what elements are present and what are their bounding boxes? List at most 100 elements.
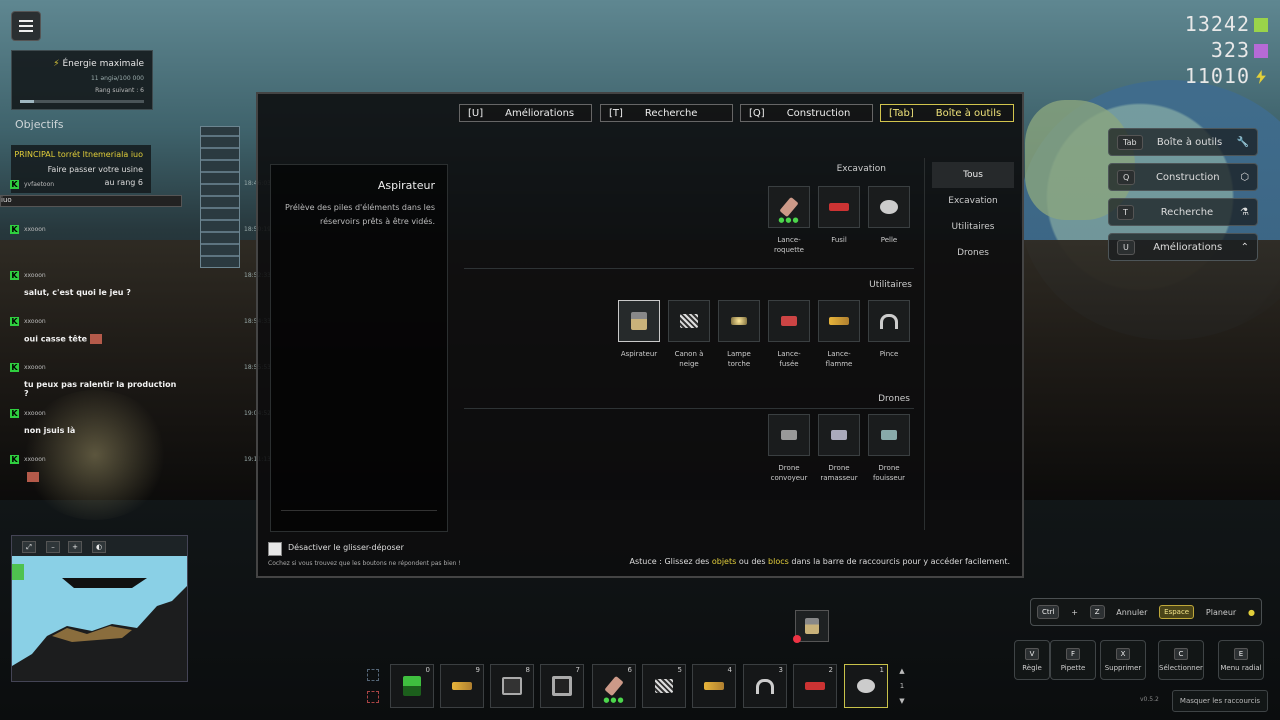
hotbar-slot-8[interactable]: 8: [490, 664, 534, 708]
hotbar-up-icon[interactable]: ▲: [899, 667, 904, 675]
machine-icon: [502, 677, 522, 695]
category-utilities[interactable]: Utilitaires: [932, 214, 1014, 240]
item-slot[interactable]: [818, 186, 860, 228]
item-lance-roquette[interactable]: ●●● Lance-roquette: [768, 186, 810, 255]
hotbar-slot-0[interactable]: 0: [390, 664, 434, 708]
zoom-in-button[interactable]: +: [68, 541, 82, 553]
item-slot[interactable]: [768, 300, 810, 342]
glider-indicator-icon: ●: [1247, 607, 1255, 617]
item-drone-fouisseur[interactable]: Drone fouisseur: [868, 414, 910, 483]
zoom-out-button[interactable]: –: [46, 541, 60, 553]
tab-research[interactable]: [T] Recherche: [600, 104, 733, 122]
item-info-panel: Aspirateur Prélève des piles d'éléments …: [270, 164, 448, 532]
hotbar-slot-9[interactable]: 9: [440, 664, 484, 708]
chat-user-icon: K: [10, 317, 19, 326]
bolt-icon: ⚡: [53, 59, 60, 69]
hotbar-config-icon[interactable]: [367, 669, 379, 681]
item-lance-fusee[interactable]: Lance-fusée: [768, 300, 810, 369]
tab-construction[interactable]: [Q] Construction: [740, 104, 873, 122]
tab-toolbox[interactable]: [Tab] Boîte à outils: [880, 104, 1014, 122]
chat-user-icon: K: [10, 225, 19, 234]
category-drones[interactable]: Drones: [932, 240, 1014, 266]
category-excavation[interactable]: Excavation: [932, 188, 1014, 214]
minimap[interactable]: ⤢ – + ◐: [11, 535, 188, 682]
item-slot[interactable]: ●●●: [768, 186, 810, 228]
hotbar-left-controls: [362, 664, 384, 708]
claw-icon: [880, 313, 898, 329]
item-slot[interactable]: [718, 300, 760, 342]
item-lance-flamme[interactable]: Lance-flamme: [818, 300, 860, 369]
brick-icon: [90, 334, 103, 344]
category-all[interactable]: Tous: [932, 162, 1014, 188]
item-slot[interactable]: [668, 300, 710, 342]
shortcut-research[interactable]: T Recherche ⚗: [1108, 198, 1258, 226]
item-slot[interactable]: [818, 300, 860, 342]
minimap-terrain: [12, 564, 187, 681]
tool-select[interactable]: C Sélectionner: [1158, 640, 1204, 680]
item-aspirateur[interactable]: Aspirateur: [618, 300, 660, 359]
shortcut-upgrades[interactable]: U Améliorations ⌃: [1108, 233, 1258, 261]
section-title: Excavation: [836, 164, 886, 174]
drag-drop-checkbox[interactable]: [268, 542, 282, 556]
hamburger-icon: [19, 20, 33, 22]
digger-drone-icon: [881, 430, 897, 440]
glider-label[interactable]: Planeur: [1206, 608, 1236, 617]
tool-ruler[interactable]: V Règle: [1014, 640, 1050, 680]
hide-shortcuts-button[interactable]: Masquer les raccourcis: [1172, 690, 1268, 712]
chat-entry: Kxxooon non jsuis là: [10, 409, 180, 435]
hotbar-slot-2[interactable]: 2: [793, 664, 837, 708]
hotbar-clear-icon[interactable]: [367, 691, 379, 703]
scaffold-tower: [200, 126, 240, 268]
hotbar-slot-6[interactable]: 6 ●●●: [592, 664, 636, 708]
item-slot[interactable]: [868, 186, 910, 228]
item-drone-ramasseur[interactable]: Drone ramasseur: [818, 414, 860, 483]
objective-line-1: PRINCIPAL torrét ltnemeriala iuo: [14, 150, 143, 159]
hotbar-slot-5[interactable]: 5: [642, 664, 686, 708]
flamethrower-icon: [829, 317, 849, 325]
hotbar-slot-1[interactable]: 1: [844, 664, 888, 708]
tab-upgrades[interactable]: [U] Améliorations: [459, 104, 592, 122]
category-list: Tous Excavation Utilitaires Drones: [932, 162, 1014, 266]
shortcut-toolbox[interactable]: Tab Boîte à outils 🔧: [1108, 128, 1258, 156]
item-slot-selected[interactable]: [618, 300, 660, 342]
chat-entry: Kxxooon tu peux pas ralentir la producti…: [10, 363, 180, 398]
energy-resource-icon: [1256, 70, 1266, 84]
chat-user-icon: K: [10, 363, 19, 372]
item-fusil[interactable]: Fusil: [818, 186, 860, 245]
item-drone-convoyeur[interactable]: Drone convoyeur: [768, 414, 810, 483]
wrench-icon: 🔧: [1236, 136, 1249, 148]
menu-button[interactable]: [11, 11, 41, 41]
tool-pipette[interactable]: F Pipette: [1050, 640, 1096, 680]
chat-entry: Kxxooon oui casse tête: [10, 317, 180, 344]
item-slot[interactable]: [868, 414, 910, 456]
item-slot[interactable]: [768, 414, 810, 456]
ctrl-key: Ctrl: [1037, 605, 1060, 619]
expand-icon[interactable]: ⤢: [22, 541, 36, 553]
undo-label[interactable]: Annuler: [1116, 608, 1147, 617]
objective-line-2: Faire passer votre usine: [47, 165, 143, 174]
drag-drop-hint: Cochez si vous trouvez que les boutons n…: [268, 560, 461, 567]
chat-entry: Kxxooon: [10, 225, 46, 234]
layer-icon[interactable]: ◐: [92, 541, 106, 553]
snow-cannon-icon: [680, 314, 698, 328]
tool-radial-menu[interactable]: E Menu radial: [1218, 640, 1264, 680]
chat-message: non jsuis là: [24, 426, 76, 435]
item-canon-a-neige[interactable]: Canon à neige: [668, 300, 710, 369]
hotbar-slot-3[interactable]: 3: [743, 664, 787, 708]
item-pince[interactable]: Pince: [868, 300, 910, 359]
chat-message: tu peux pas ralentir la production ?: [24, 380, 177, 398]
shortcut-construction[interactable]: Q Construction ⬡: [1108, 163, 1258, 191]
chat-user-icon: K: [10, 271, 19, 280]
item-lampe-torche[interactable]: Lampe torche: [718, 300, 760, 369]
hotbar-down-icon[interactable]: ▼: [899, 697, 904, 705]
item-pelle[interactable]: Pelle: [868, 186, 910, 245]
hotbar-slot-7[interactable]: 7: [540, 664, 584, 708]
resource-purple: 323: [1211, 38, 1268, 62]
energy-progress-bar: [20, 100, 144, 103]
purple-resource-icon: [1254, 44, 1268, 58]
item-slot[interactable]: [868, 300, 910, 342]
hotbar-slot-4[interactable]: 4: [692, 664, 736, 708]
claw-icon: [756, 678, 774, 694]
item-slot[interactable]: [818, 414, 860, 456]
tool-delete[interactable]: X Supprimer: [1100, 640, 1146, 680]
